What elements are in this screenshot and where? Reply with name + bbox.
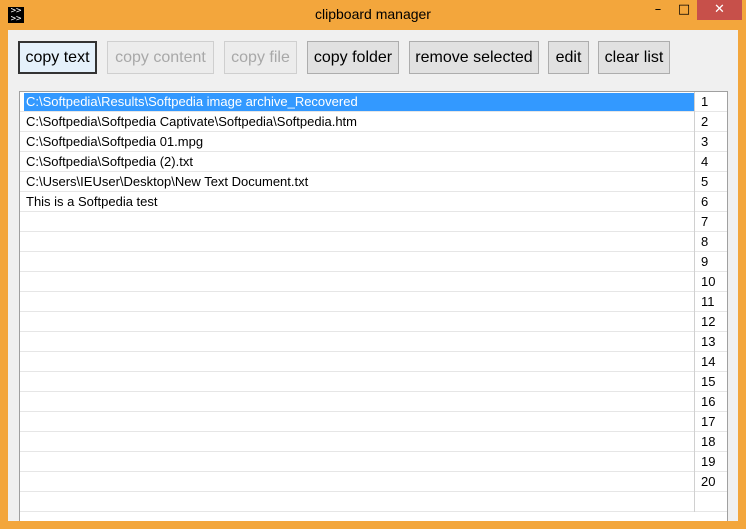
list-item-text [24, 333, 694, 351]
maximize-button[interactable]: □ [671, 0, 697, 20]
list-item-number: 2 [694, 112, 727, 132]
list-item-text: This is a Softpedia test [26, 194, 158, 209]
list-row[interactable]: 17 [20, 412, 727, 432]
list-item-text [24, 493, 694, 511]
list-item-text: C:\Softpedia\Softpedia Captivate\Softped… [26, 114, 357, 129]
list-row[interactable]: 14 [20, 352, 727, 372]
list-item-number: 12 [694, 312, 727, 332]
clipboard-list[interactable]: C:\Softpedia\Results\Softpedia image arc… [19, 91, 728, 521]
window-title: clipboard manager [315, 6, 431, 22]
list-row[interactable]: 13 [20, 332, 727, 352]
list-item-text [24, 453, 694, 471]
list-item-text: C:\Softpedia\Results\Softpedia image arc… [24, 93, 694, 111]
list-item-number: 17 [694, 412, 727, 432]
list-row[interactable]: 7 [20, 212, 727, 232]
list-item-text [24, 233, 694, 251]
list-item-number: 11 [694, 292, 727, 312]
list-row[interactable]: 9 [20, 252, 727, 272]
list-item-number: 1 [694, 92, 727, 112]
list-item-text [24, 253, 694, 271]
list-item-number: 8 [694, 232, 727, 252]
list-item-number [694, 492, 727, 512]
list-row[interactable]: 11 [20, 292, 727, 312]
list-item-number: 14 [694, 352, 727, 372]
list-item-text: C:\Softpedia\Softpedia (2).txt [26, 154, 193, 169]
list-item-number: 5 [694, 172, 727, 192]
list-row[interactable]: 10 [20, 272, 727, 292]
list-row[interactable]: This is a Softpedia test 6 [20, 192, 727, 212]
list-item-number: 6 [694, 192, 727, 212]
copy-file-button[interactable]: copy file [224, 41, 297, 74]
title-bar[interactable]: >> >> clipboard manager – □ ✕ [0, 0, 746, 30]
list-item-text [24, 373, 694, 391]
app-window: >> >> clipboard manager – □ ✕ copy text c… [0, 0, 746, 529]
list-item-number: 16 [694, 392, 727, 412]
copy-text-button[interactable]: copy text [18, 41, 97, 74]
list-item-number: 4 [694, 152, 727, 172]
client-area: copy text copy content copy file copy fo… [8, 30, 738, 521]
list-item-number: 20 [694, 472, 727, 492]
list-row[interactable]: 15 [20, 372, 727, 392]
list-row[interactable]: 19 [20, 452, 727, 472]
list-item-text [24, 213, 694, 231]
list-row[interactable]: C:\Softpedia\Softpedia (2).txt 4 [20, 152, 727, 172]
list-item-text [24, 473, 694, 491]
list-item-number: 19 [694, 452, 727, 472]
list-item-text [24, 433, 694, 451]
list-item-number: 9 [694, 252, 727, 272]
list-row[interactable]: 8 [20, 232, 727, 252]
list-item-number: 10 [694, 272, 727, 292]
copy-folder-button[interactable]: copy folder [307, 41, 399, 74]
list-row[interactable]: C:\Users\IEUser\Desktop\New Text Documen… [20, 172, 727, 192]
list-item-text: C:\Softpedia\Softpedia 01.mpg [26, 134, 204, 149]
list-item-text [24, 413, 694, 431]
clear-list-button[interactable]: clear list [598, 41, 670, 74]
list-row[interactable]: C:\Softpedia\Softpedia 01.mpg 3 [20, 132, 727, 152]
list-item-number: 18 [694, 432, 727, 452]
list-item-number: 7 [694, 212, 727, 232]
list-row[interactable]: 18 [20, 432, 727, 452]
list-row[interactable]: C:\Softpedia\Softpedia Captivate\Softped… [20, 112, 727, 132]
list-row[interactable]: 16 [20, 392, 727, 412]
list-item-text [24, 273, 694, 291]
list-row[interactable]: C:\Softpedia\Results\Softpedia image arc… [20, 92, 727, 112]
list-item-number: 15 [694, 372, 727, 392]
list-row[interactable]: 20 [20, 472, 727, 492]
list-item-text: C:\Users\IEUser\Desktop\New Text Documen… [26, 174, 309, 189]
close-button[interactable]: ✕ [697, 0, 742, 20]
list-row[interactable] [20, 492, 727, 512]
copy-content-button[interactable]: copy content [107, 41, 214, 74]
list-item-text [24, 313, 694, 331]
list-item-text [24, 393, 694, 411]
edit-button[interactable]: edit [548, 41, 589, 74]
list-item-text [24, 353, 694, 371]
list-item-number: 3 [694, 132, 727, 152]
list-row[interactable]: 12 [20, 312, 727, 332]
remove-selected-button[interactable]: remove selected [409, 41, 539, 74]
list-item-number: 13 [694, 332, 727, 352]
minimize-button[interactable]: – [645, 0, 671, 20]
list-item-text [24, 293, 694, 311]
